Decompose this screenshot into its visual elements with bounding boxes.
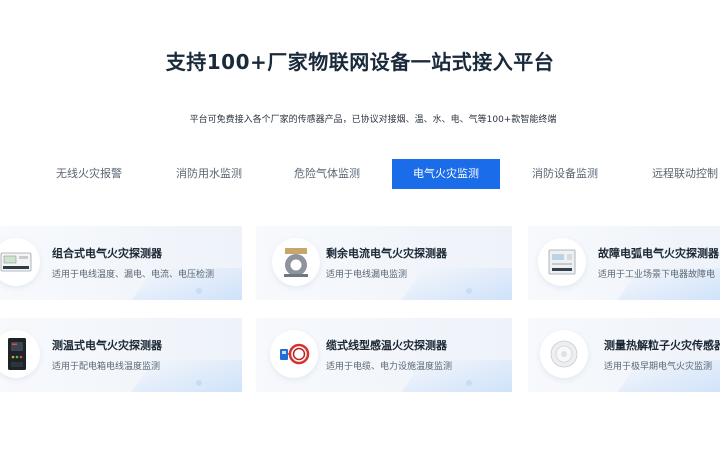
product-card-pyrolysis-particle-sensor[interactable]: 测量热解粒子火灾传感器 适用于极早期电气火灾监测 — [528, 318, 720, 392]
tab-wireless-fire-alarm[interactable]: 无线火灾报警 — [40, 159, 138, 189]
page-title: 支持100+厂家物联网设备一站式接入平台 — [165, 50, 555, 74]
product-description: 适用于电线漏电监测 — [326, 270, 408, 280]
product-title: 组合式电气火灾探测器 — [52, 247, 162, 260]
product-title: 测温式电气火灾探测器 — [52, 339, 162, 352]
tab-fire-water-monitoring[interactable]: 消防用水监测 — [160, 159, 258, 189]
card-decoration-dot — [196, 380, 202, 386]
page-subtitle: 平台可免费接入各个厂家的传感器产品，已协议对接烟、温、水、电、气等100+款智能… — [189, 115, 557, 125]
residual-current-detector-icon — [272, 238, 320, 286]
product-card-linear-heat-cable[interactable]: 缆式线型感温火灾探测器 适用于电缆、电力设施温度监测 — [256, 318, 512, 392]
card-decoration-dot — [466, 380, 472, 386]
card-decoration — [395, 268, 512, 300]
pyrolysis-particle-sensor-icon — [540, 330, 588, 378]
category-tabs: 无线火灾报警 消防用水监测 危险气体监测 电气火灾监测 消防设备监测 远程联动控… — [0, 159, 720, 189]
product-description: 适用于配电箱电线温度监测 — [52, 362, 161, 372]
product-card-temperature-detector[interactable]: 测温式电气火灾探测器 适用于配电箱电线温度监测 — [0, 318, 242, 392]
combined-detector-icon — [0, 238, 40, 286]
tab-fire-equipment-monitoring[interactable]: 消防设备监测 — [516, 159, 614, 189]
product-card-residual-current-detector[interactable]: 剩余电流电气火灾探测器 适用于电线漏电监测 — [256, 226, 512, 300]
product-description: 适用于工业场景下电器故障电 — [598, 270, 716, 280]
product-description: 适用于极早期电气火灾监测 — [604, 362, 713, 372]
linear-heat-cable-icon — [270, 330, 318, 378]
tab-electrical-fire-monitoring[interactable]: 电气火灾监测 — [392, 159, 500, 189]
product-title: 测量热解粒子火灾传感器 — [604, 339, 720, 352]
card-decoration-dot — [466, 288, 472, 294]
product-title: 故障电弧电气火灾探测器 — [598, 247, 719, 260]
temperature-detector-icon — [0, 330, 40, 378]
tab-hazardous-gas-monitoring[interactable]: 危险气体监测 — [278, 159, 376, 189]
product-description: 适用于电缆、电力设施温度监测 — [326, 362, 453, 372]
product-card-combined-detector[interactable]: 组合式电气火灾探测器 适用于电线温度、漏电、电流、电压检测 — [0, 226, 242, 300]
product-description: 适用于电线温度、漏电、电流、电压检测 — [52, 270, 215, 280]
card-decoration-dot — [196, 288, 202, 294]
tab-remote-linkage-control[interactable]: 远程联动控制 — [636, 159, 720, 189]
product-card-arc-fault-detector[interactable]: 故障电弧电气火灾探测器 适用于工业场景下电器故障电 — [528, 226, 720, 300]
product-title: 缆式线型感温火灾探测器 — [326, 339, 447, 352]
arc-fault-detector-icon — [538, 238, 586, 286]
product-title: 剩余电流电气火灾探测器 — [326, 247, 447, 260]
